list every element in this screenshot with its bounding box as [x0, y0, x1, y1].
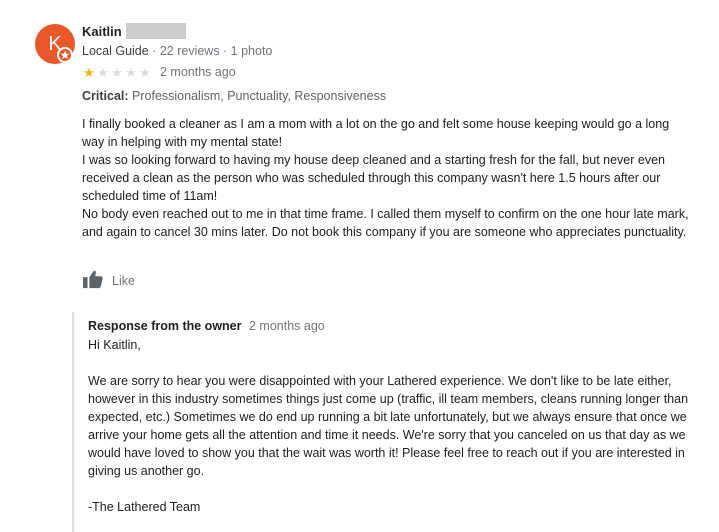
review-paragraph: No body even reached out to me in that t… — [82, 207, 689, 239]
reviewer-header: Kaitlin Local Guide · 22 reviews · 1 pho… — [82, 22, 272, 60]
critical-attributes: Critical: Professionalism, Punctuality, … — [82, 88, 386, 104]
review-paragraph: I finally booked a cleaner as I am a mom… — [82, 117, 670, 149]
owner-response-title: Response from the owner — [88, 319, 242, 333]
local-guide-label: Local Guide — [82, 44, 149, 58]
like-button[interactable]: Like — [82, 270, 135, 292]
critical-label: Critical: — [82, 89, 129, 103]
star-rating: ★ ★ ★ ★ ★ — [82, 66, 152, 79]
local-guide-badge-icon — [57, 47, 73, 63]
star-empty-icon: ★ — [139, 64, 151, 80]
redacted-surname — [125, 23, 186, 39]
owner-response-date: 2 months ago — [248, 319, 325, 333]
star-empty-icon: ★ — [97, 64, 109, 80]
thumbs-up-icon — [82, 269, 104, 294]
owner-signoff: -The Lathered Team — [88, 500, 201, 514]
reviewer-stats: · 22 reviews · 1 photo — [148, 44, 273, 58]
review-paragraph: I was so looking forward to having my ho… — [82, 153, 665, 203]
review-date: 2 months ago — [160, 65, 236, 79]
rating-row: ★ ★ ★ ★ ★ 2 months ago — [82, 63, 236, 81]
owner-response-text: Hi Kaitlin, We are sorry to hear you wer… — [88, 336, 693, 516]
star-filled-icon: ★ — [83, 64, 95, 80]
owner-response: Response from the owner 2 months ago Hi … — [72, 312, 694, 532]
owner-response-body: We are sorry to hear you were disappoint… — [88, 374, 689, 478]
critical-items: Professionalism, Punctuality, Responsive… — [132, 89, 387, 103]
review-card: K Kaitlin Local Guide · 22 reviews · 1 p… — [0, 0, 719, 532]
review-text: I finally booked a cleaner as I am a mom… — [82, 115, 692, 241]
owner-greeting: Hi Kaitlin, — [88, 338, 141, 352]
owner-response-header: Response from the owner 2 months ago — [88, 318, 325, 334]
star-empty-icon: ★ — [111, 64, 123, 80]
like-label: Like — [112, 274, 135, 288]
reviewer-name[interactable]: Kaitlin — [82, 24, 122, 39]
reviewer-meta: Local Guide · 22 reviews · 1 photo — [82, 42, 272, 60]
star-empty-icon: ★ — [125, 64, 137, 80]
